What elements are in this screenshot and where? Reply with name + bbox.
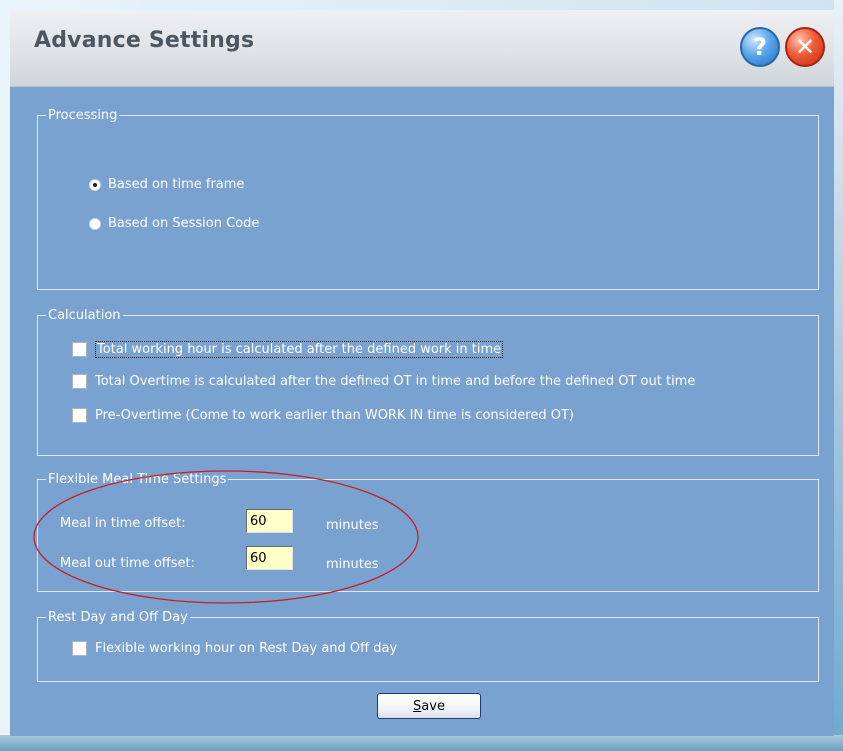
- radio-based-on-session-code[interactable]: Based on Session Code: [89, 216, 259, 231]
- radio-based-on-time-frame[interactable]: Based on time frame: [89, 177, 244, 192]
- checkbox-box[interactable]: [72, 408, 87, 423]
- meal-out-offset-input[interactable]: [246, 546, 293, 570]
- help-icon: ?: [753, 33, 767, 61]
- save-label: ave: [421, 698, 445, 714]
- save-accelerator: S: [413, 698, 422, 714]
- desktop-bottom-strip: [0, 735, 843, 751]
- meal-time-legend: Flexible Meal Time Settings: [48, 472, 227, 487]
- radio-indicator-selected[interactable]: [89, 178, 101, 191]
- processing-group: Processing: [37, 108, 819, 290]
- checkbox-pre-overtime[interactable]: Pre-Overtime (Come to work earlier than …: [72, 408, 574, 423]
- meal-in-unit: minutes: [326, 518, 379, 533]
- close-button[interactable]: ✕: [785, 27, 825, 67]
- checkbox-total-working-hour[interactable]: Total working hour is calculated after t…: [72, 341, 504, 358]
- checkbox-box[interactable]: [72, 342, 87, 357]
- window-title: Advance Settings: [34, 28, 255, 53]
- checkbox-flexible-rest-day[interactable]: Flexible working hour on Rest Day and Of…: [72, 641, 397, 656]
- checkbox-label: Flexible working hour on Rest Day and Of…: [95, 641, 398, 656]
- checkbox-box[interactable]: [72, 374, 87, 389]
- meal-out-label: Meal out time offset:: [60, 556, 196, 571]
- title-bar: Advance Settings ? ✕: [10, 10, 834, 87]
- rest-day-legend: Rest Day and Off Day: [48, 610, 188, 625]
- meal-out-unit: minutes: [326, 557, 379, 572]
- radio-label: Based on time frame: [108, 177, 245, 192]
- desktop-edge: [834, 0, 843, 751]
- processing-legend: Processing: [48, 108, 118, 123]
- checkbox-label: Total Overtime is calculated after the d…: [95, 374, 696, 389]
- meal-in-offset-input[interactable]: [246, 509, 293, 533]
- checkbox-label: Total working hour is calculated after t…: [95, 341, 504, 358]
- checkbox-total-overtime[interactable]: Total Overtime is calculated after the d…: [72, 374, 695, 389]
- radio-indicator[interactable]: [89, 217, 101, 230]
- save-button[interactable]: Save: [377, 693, 481, 719]
- calculation-legend: Calculation: [48, 308, 121, 323]
- meal-time-group: Flexible Meal Time Settings: [37, 472, 819, 592]
- meal-in-label: Meal in time offset:: [60, 516, 186, 531]
- radio-label: Based on Session Code: [108, 216, 260, 231]
- checkbox-box[interactable]: [72, 641, 87, 656]
- close-icon: ✕: [794, 33, 816, 61]
- checkbox-label: Pre-Overtime (Come to work earlier than …: [95, 408, 574, 423]
- help-button[interactable]: ?: [740, 27, 780, 67]
